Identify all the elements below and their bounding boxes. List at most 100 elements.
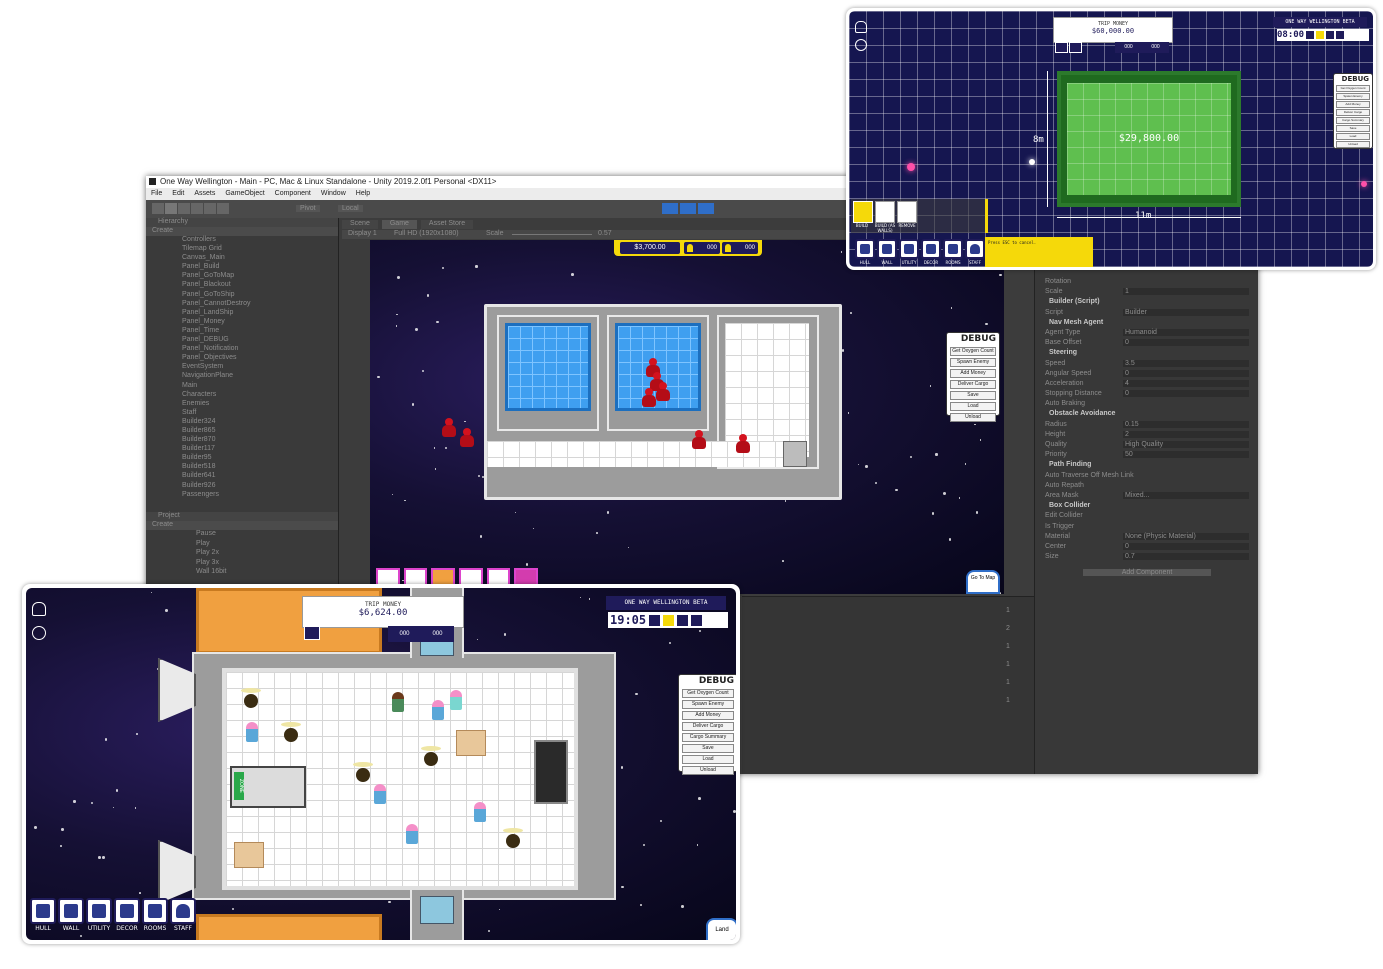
debug-button[interactable]: Cargo Summary xyxy=(1336,117,1370,124)
debug-button[interactable]: Add Money xyxy=(950,369,996,378)
notification-bell-icon[interactable] xyxy=(32,602,46,616)
hud-button-hull[interactable] xyxy=(30,898,56,924)
inspector-value[interactable]: 0 xyxy=(1123,339,1249,347)
debug-button[interactable]: Get Oxygen Count xyxy=(950,347,996,356)
scale-tool-icon[interactable] xyxy=(191,203,203,214)
hierarchy-item[interactable]: NavigationPlane xyxy=(182,372,338,381)
hierarchy-item[interactable]: Panel_CannotDestroy xyxy=(182,300,338,309)
hierarchy-item[interactable]: Controllers xyxy=(182,236,338,245)
debug-button[interactable]: Spawn Enemy xyxy=(950,358,996,367)
step-button[interactable] xyxy=(698,203,714,214)
hierarchy-item[interactable]: Builder518 xyxy=(182,463,338,472)
local-toggle[interactable]: Local xyxy=(338,205,363,212)
menu-gameobject[interactable]: GameObject xyxy=(225,188,264,200)
hierarchy-item[interactable]: Tilemap Grid xyxy=(182,245,338,254)
scale-slider[interactable] xyxy=(512,234,592,235)
project-item[interactable]: Pause xyxy=(196,530,338,540)
menu-edit[interactable]: Edit xyxy=(172,188,184,200)
transform-tool-icon[interactable] xyxy=(217,203,229,214)
inspector-value[interactable]: Humanoid xyxy=(1123,328,1249,336)
rect-tool-icon[interactable] xyxy=(204,203,216,214)
hud-button-staff[interactable] xyxy=(965,239,985,259)
menu-help[interactable]: Help xyxy=(356,188,370,200)
inspector-value[interactable]: 0 xyxy=(1123,542,1249,550)
hierarchy-item[interactable]: Panel_GoToMap xyxy=(182,272,338,281)
hierarchy-item[interactable]: Panel_Notification xyxy=(182,345,338,354)
tab-asset-store[interactable]: Asset Store xyxy=(420,220,474,229)
inspector-value[interactable]: 0 xyxy=(1123,369,1249,377)
hierarchy-item[interactable]: Panel_Money xyxy=(182,318,338,327)
debug-button[interactable]: Load xyxy=(1336,133,1370,140)
debug-button[interactable]: Deliver Cargo xyxy=(1336,109,1370,116)
fastest-forward-icon[interactable] xyxy=(691,614,703,626)
menu-component[interactable]: Component xyxy=(275,188,311,200)
debug-button[interactable]: Save xyxy=(950,391,996,400)
menu-window[interactable]: Window xyxy=(321,188,346,200)
hud-button-decor[interactable] xyxy=(114,898,140,924)
home-icon[interactable] xyxy=(1055,42,1068,53)
debug-button[interactable]: Unload xyxy=(950,413,996,422)
hierarchy-item[interactable]: Panel_Build xyxy=(182,263,338,272)
pause-icon[interactable] xyxy=(1306,31,1315,39)
tab-scene[interactable]: Scene xyxy=(342,220,378,229)
project-create[interactable]: Create xyxy=(146,521,338,530)
debug-button[interactable]: Get Oxygen Count xyxy=(1336,85,1370,92)
fast-forward-icon[interactable] xyxy=(677,614,689,626)
hierarchy-item[interactable]: Panel_Objectives xyxy=(182,354,338,363)
hierarchy-item[interactable]: Passengers xyxy=(182,491,338,500)
hierarchy-item[interactable]: EventSystem xyxy=(182,363,338,372)
home-icon[interactable] xyxy=(304,626,320,640)
tab-game[interactable]: Game xyxy=(381,220,417,229)
build-walls-option[interactable] xyxy=(875,201,895,223)
debug-button[interactable]: Deliver Cargo xyxy=(950,380,996,389)
land-button[interactable]: Land xyxy=(706,918,736,940)
inspector-value[interactable]: None (Physic Material) xyxy=(1123,532,1249,540)
play-icon[interactable] xyxy=(663,614,675,626)
inspector-value[interactable]: 2 xyxy=(1123,430,1249,438)
debug-button[interactable]: Save xyxy=(682,744,734,753)
ship-icon[interactable] xyxy=(1069,42,1082,53)
project-tab[interactable]: Project xyxy=(146,512,338,521)
debug-button[interactable]: Save xyxy=(1336,125,1370,132)
debug-button[interactable]: Get Oxygen Count xyxy=(682,689,734,698)
debug-button[interactable]: Spawn Enemy xyxy=(1336,93,1370,100)
hud-button-rooms[interactable] xyxy=(943,239,963,259)
inspector-value[interactable]: High Quality xyxy=(1123,441,1249,448)
hierarchy-item[interactable]: Panel_LandShip xyxy=(182,309,338,318)
objectives-check-icon[interactable] xyxy=(855,39,867,51)
debug-button[interactable]: Load xyxy=(950,402,996,411)
hierarchy-item[interactable]: Builder865 xyxy=(182,427,338,436)
hud-button-utility[interactable] xyxy=(86,898,112,924)
inspector-value[interactable]: 0 xyxy=(1123,390,1249,398)
hierarchy-item[interactable]: Builder926 xyxy=(182,482,338,491)
add-component-button[interactable]: Add Component xyxy=(1083,569,1211,577)
project-item[interactable]: Play 2x xyxy=(196,549,338,559)
debug-button[interactable]: Unload xyxy=(1336,141,1370,148)
hierarchy-item[interactable]: Canvas_Main xyxy=(182,254,338,263)
notification-bell-icon[interactable] xyxy=(855,21,867,33)
hierarchy-item[interactable]: Builder117 xyxy=(182,445,338,454)
debug-button[interactable]: Add Money xyxy=(682,711,734,720)
inspector-value[interactable]: 1 xyxy=(1123,288,1249,296)
inspector-value[interactable]: 50 xyxy=(1123,451,1249,459)
inspector-value[interactable]: Builder xyxy=(1123,308,1249,316)
rotate-tool-icon[interactable] xyxy=(178,203,190,214)
project-item[interactable]: Play xyxy=(196,540,338,550)
hierarchy-item[interactable]: Builder870 xyxy=(182,436,338,445)
hierarchy-item[interactable]: Main xyxy=(182,382,338,391)
debug-button[interactable]: Add Money xyxy=(1336,101,1370,108)
hand-tool-icon[interactable] xyxy=(152,203,164,214)
menu-assets[interactable]: Assets xyxy=(194,188,215,200)
hierarchy-item[interactable]: Staff xyxy=(182,409,338,418)
move-tool-icon[interactable] xyxy=(165,203,177,214)
hierarchy-item[interactable]: Builder641 xyxy=(182,472,338,481)
debug-button[interactable]: Unload xyxy=(682,766,734,775)
pause-button[interactable] xyxy=(680,203,696,214)
debug-button[interactable]: Cargo Summary xyxy=(682,733,734,742)
hierarchy-item[interactable]: Panel_GoToShip xyxy=(182,291,338,300)
inspector-value[interactable]: 4 xyxy=(1123,379,1249,387)
resolution-select[interactable]: Full HD (1920x1080) xyxy=(394,230,459,237)
hud-button-hull[interactable] xyxy=(855,239,875,259)
fastest-forward-icon[interactable] xyxy=(1336,31,1345,39)
debug-button[interactable]: Load xyxy=(682,755,734,764)
